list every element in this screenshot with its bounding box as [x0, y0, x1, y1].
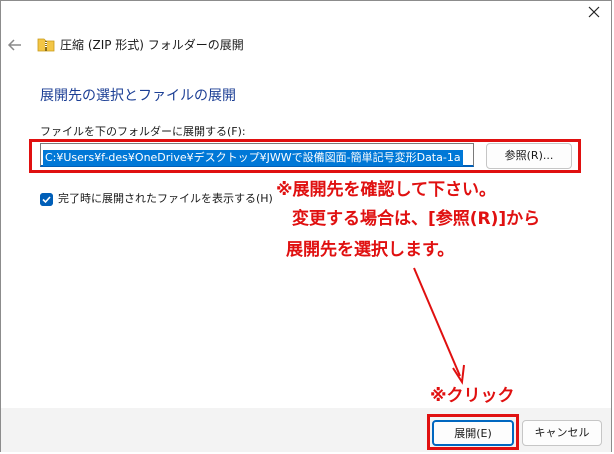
extract-highlight-box	[427, 414, 519, 450]
zip-folder-icon	[37, 38, 55, 52]
window-title: 圧縮 (ZIP 形式) フォルダーの展開	[60, 38, 244, 52]
show-files-checkbox[interactable]	[40, 193, 53, 206]
close-icon[interactable]	[586, 4, 602, 20]
annotation-note-line1: ※展開先を確認して下さい。	[276, 180, 497, 200]
path-highlight-box	[29, 139, 581, 173]
section-title: 展開先の選択とファイルの展開	[40, 88, 236, 104]
footer-bar	[1, 408, 611, 452]
annotation-note-line2: 変更する場合は、[参照(R)]から	[292, 209, 541, 229]
show-files-label[interactable]: 完了時に展開されたファイルを表示する(H)	[58, 190, 273, 208]
annotation-click-note: ※クリック	[430, 386, 515, 406]
back-arrow-icon[interactable]	[6, 36, 24, 54]
path-label: ファイルを下のフォルダーに展開する(F):	[40, 125, 246, 138]
annotation-note-line3: 展開先を選択します。	[286, 240, 455, 260]
cancel-button[interactable]: キャンセル	[522, 420, 602, 446]
title-bar[interactable]	[0, 0, 614, 28]
